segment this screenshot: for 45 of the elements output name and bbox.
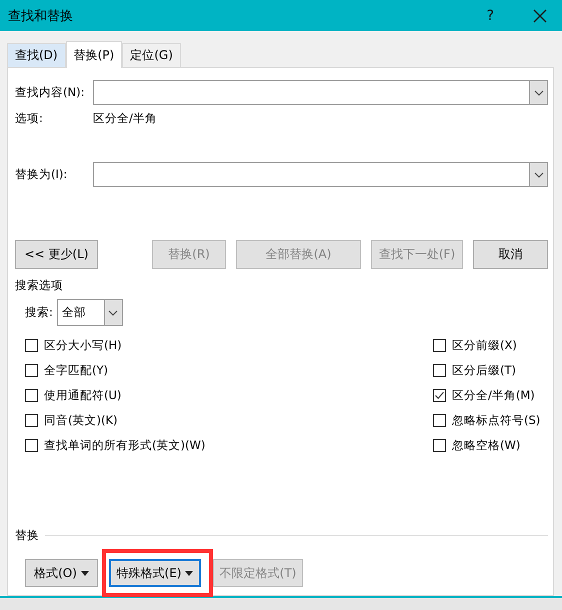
checkbox-label: 区分前缀(X) [452, 338, 517, 353]
checkbox-label: 忽略标点符号(S) [452, 413, 540, 428]
close-icon[interactable] [532, 8, 548, 24]
window-title: 查找和替换 [8, 8, 74, 24]
checkbox-label: 全字匹配(Y) [44, 363, 108, 378]
tab[interactable]: 查找(D) [7, 43, 66, 67]
tab[interactable]: 定位(G) [122, 43, 181, 67]
checkbox[interactable] [433, 339, 446, 352]
section-title: 搜索选项 [15, 278, 64, 293]
checkbox[interactable] [433, 439, 446, 452]
checkbox-label: 同音(英文)(K) [44, 413, 118, 428]
options-value: 区分全/半角 [93, 110, 157, 126]
search-select[interactable]: 全部 [56, 299, 123, 326]
checkbox[interactable] [433, 389, 446, 402]
checkbox[interactable] [25, 414, 38, 427]
dialog-button[interactable]: << 更少(L) [15, 240, 98, 269]
search-label: 搜索: [25, 305, 53, 320]
dropdown-icon [108, 310, 118, 316]
help-button[interactable]: ? [486, 8, 494, 24]
checkbox-label: 查找单词的所有形式(英文)(W) [44, 438, 206, 453]
format-button[interactable]: 特殊格式(E) [109, 559, 201, 587]
checkbox[interactable] [433, 364, 446, 377]
replace-field[interactable] [93, 162, 548, 187]
field-label: 查找内容(N): [15, 85, 86, 100]
dropdown-icon[interactable] [529, 163, 547, 186]
caret-icon [80, 570, 89, 576]
caret-icon [185, 570, 194, 576]
format-button[interactable]: 格式(O) [25, 559, 98, 587]
checkbox-label: 区分大小写(H) [44, 338, 122, 353]
checkbox-label: 区分全/半角(M) [452, 388, 535, 403]
dropdown-icon[interactable] [529, 81, 547, 104]
checkbox[interactable] [25, 439, 38, 452]
options-label: 选项: [15, 110, 44, 126]
tab[interactable]: 替换(P) [66, 41, 122, 68]
checkbox-label: 使用通配符(U) [44, 388, 122, 403]
section-title: 替换 [15, 528, 39, 543]
checkbox[interactable] [25, 389, 38, 402]
dialog-button[interactable]: 取消 [473, 240, 548, 269]
find-field[interactable] [93, 80, 548, 105]
checkbox[interactable] [25, 339, 38, 352]
checkbox-label: 区分后缀(T) [452, 363, 516, 378]
field-label: 替换为(I): [15, 167, 68, 182]
checkbox[interactable] [25, 364, 38, 377]
checkbox[interactable] [433, 414, 446, 427]
checkbox-label: 忽略空格(W) [452, 438, 520, 453]
